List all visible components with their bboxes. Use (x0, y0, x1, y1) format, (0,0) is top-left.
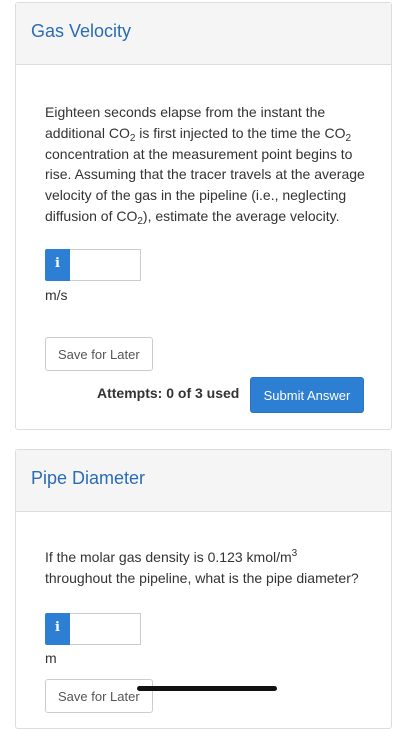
info-icon[interactable]: i (45, 249, 70, 281)
answer-field-group: i (45, 613, 141, 645)
question-card-gas-velocity: Gas Velocity Eighteen seconds elapse fro… (15, 2, 392, 430)
answer-field-group: i (45, 249, 141, 281)
question-text: If the molar gas density is 0.123 kmol/m… (45, 548, 359, 586)
info-icon[interactable]: i (45, 613, 70, 645)
attempts-counter: Attempts: 0 of 3 used (97, 385, 240, 401)
card-header: Pipe Diameter (16, 450, 391, 512)
answer-unit: m/s (45, 287, 68, 303)
velocity-answer-input[interactable] (70, 249, 141, 281)
question-title: Gas Velocity (31, 21, 132, 41)
question-title: Pipe Diameter (31, 468, 146, 488)
card-header: Gas Velocity (16, 3, 391, 65)
diameter-answer-input[interactable] (70, 613, 141, 645)
save-for-later-button[interactable]: Save for Later (45, 337, 153, 371)
answer-unit: m (45, 650, 57, 666)
save-for-later-button[interactable]: Save for Later (45, 679, 153, 713)
submit-answer-button[interactable]: Submit Answer (250, 377, 364, 413)
home-indicator (137, 686, 277, 691)
question-text: Eighteen seconds elapse from the instant… (45, 104, 365, 227)
